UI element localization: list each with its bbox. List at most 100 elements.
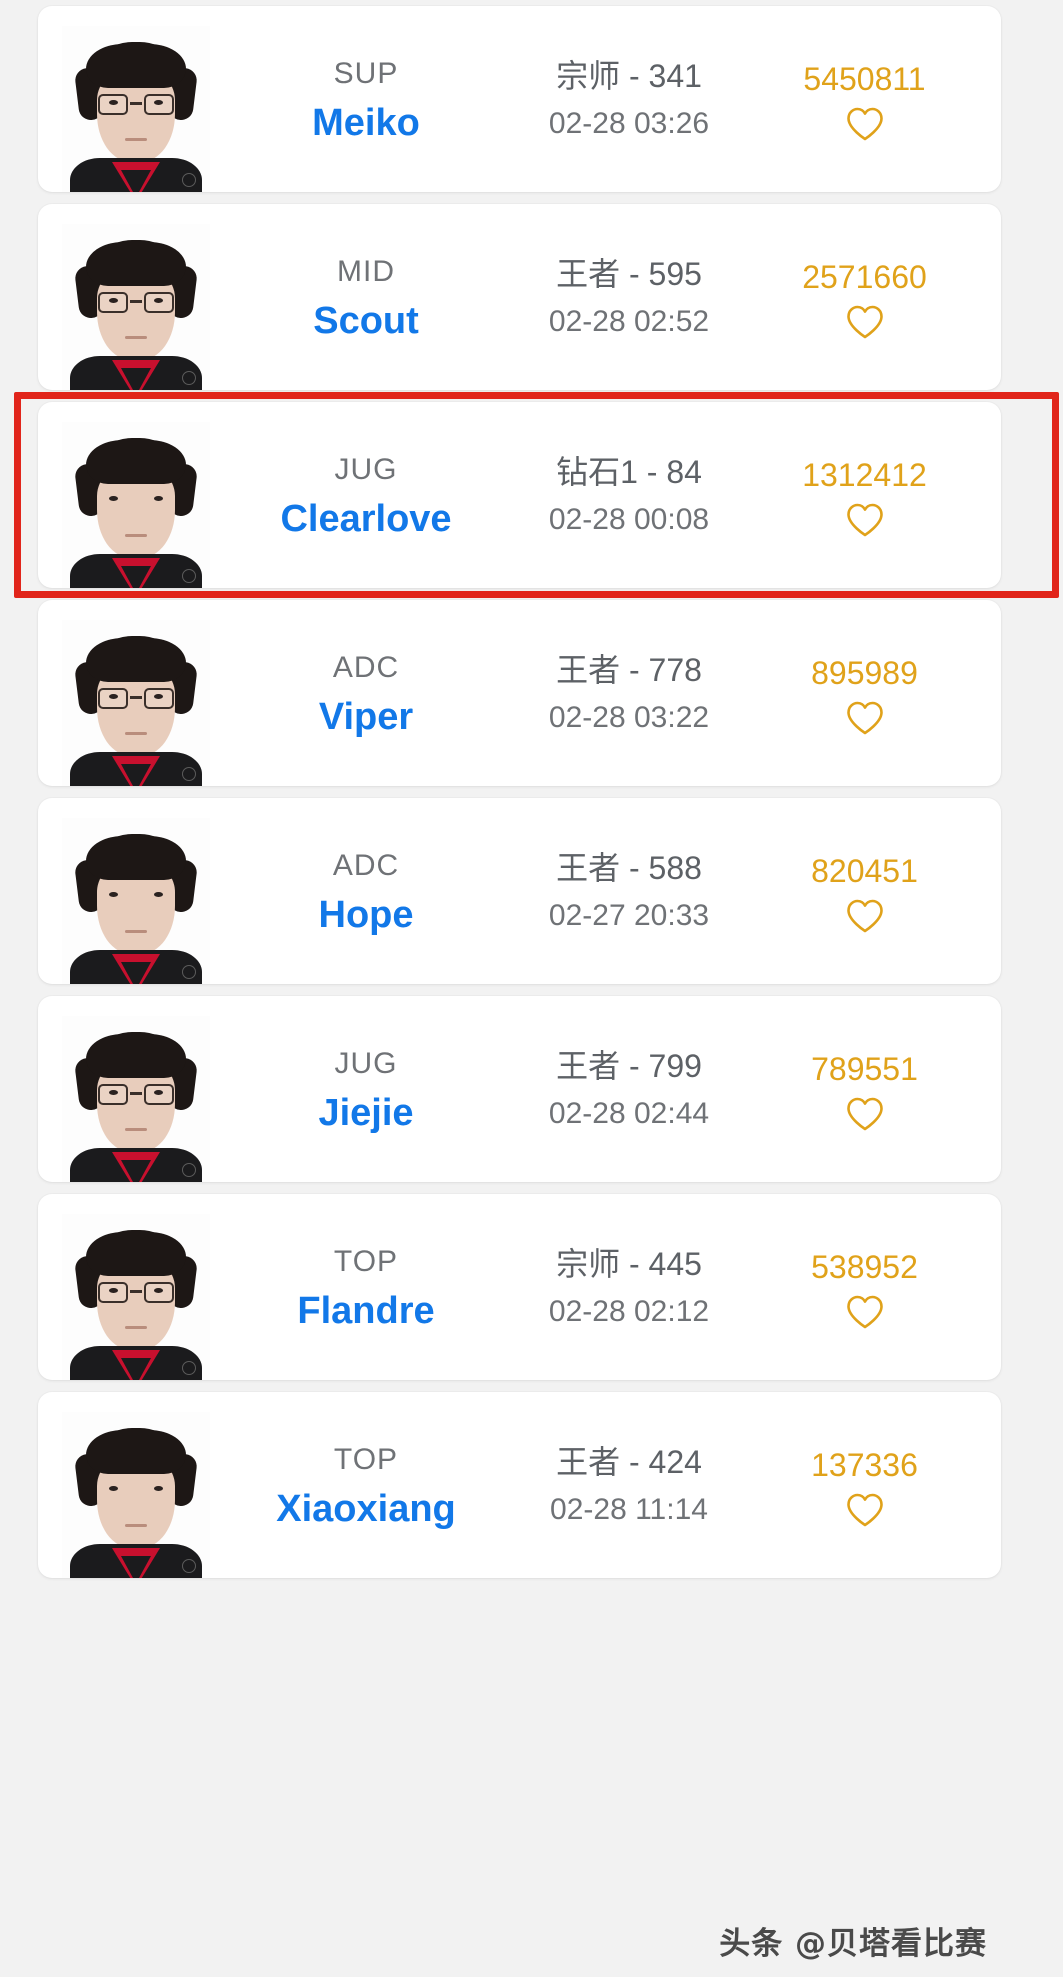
- player-name[interactable]: Clearlove: [234, 496, 498, 544]
- team-logo-icon: [182, 767, 196, 781]
- player-fan-count: 2571660: [802, 258, 927, 295]
- glasses-icon: [98, 688, 174, 709]
- player-portrait-hope: [62, 818, 210, 984]
- team-logo-icon: [182, 1559, 196, 1573]
- player-role: ADC: [332, 650, 400, 684]
- player-rank-tier: 宗师 - 445: [556, 1246, 702, 1283]
- player-rank-column: 王者 - 424 02-28 11:14: [504, 1438, 754, 1531]
- player-rank-column: 王者 - 778 02-28 03:22: [504, 646, 754, 739]
- player-name[interactable]: Meiko: [234, 100, 498, 148]
- player-last-played-time: 02-28 03:26: [548, 107, 710, 141]
- player-portrait-scout: [62, 224, 210, 390]
- avatar[interactable]: [38, 996, 234, 1182]
- player-name[interactable]: Xiaoxiang: [234, 1486, 498, 1534]
- player-portrait-flandre: [62, 1214, 210, 1380]
- portrait-eye-left: [109, 694, 118, 699]
- player-card[interactable]: JUG Jiejie 王者 - 799 02-28 02:44 789551: [38, 996, 1001, 1182]
- portrait-eye-right: [154, 1288, 163, 1293]
- heart-icon-svg: [846, 899, 883, 933]
- portrait-mouth: [125, 1128, 147, 1131]
- team-logo-icon: [182, 1163, 196, 1177]
- player-name[interactable]: Hope: [234, 892, 498, 940]
- glasses-icon: [98, 1084, 174, 1105]
- player-last-played-time: 02-28 00:08: [548, 503, 710, 537]
- avatar[interactable]: [38, 1194, 234, 1380]
- player-name[interactable]: Jiejie: [234, 1090, 498, 1138]
- portrait-eye-right: [154, 694, 163, 699]
- portrait-mouth: [125, 930, 147, 933]
- player-fans-column: 1312412: [754, 452, 1001, 538]
- portrait-fringe: [86, 1034, 186, 1078]
- player-portrait-jiejie: [62, 1016, 210, 1182]
- player-card[interactable]: SUP Meiko 宗师 - 341 02-28 03:26 5450811: [38, 6, 1001, 192]
- heart-icon[interactable]: [845, 898, 885, 934]
- team-logo-icon: [182, 965, 196, 979]
- player-card[interactable]: TOP Flandre 宗师 - 445 02-28 02:12 538952: [38, 1194, 1001, 1380]
- player-identity-column: TOP Xiaoxiang: [234, 1437, 504, 1534]
- player-role: MID: [337, 254, 395, 288]
- portrait-fringe: [86, 440, 186, 484]
- player-fan-count: 538952: [811, 1248, 918, 1285]
- player-rank-tier: 钻石1 - 84: [556, 454, 702, 491]
- heart-icon[interactable]: [845, 1096, 885, 1132]
- player-fans-column: 5450811: [754, 56, 1001, 142]
- heart-icon[interactable]: [845, 106, 885, 142]
- portrait-eye-right: [154, 1090, 163, 1095]
- player-card[interactable]: MID Scout 王者 - 595 02-28 02:52 2571660: [38, 204, 1001, 390]
- player-card[interactable]: JUG Clearlove 钻石1 - 84 02-28 00:08 1312412: [38, 402, 1001, 588]
- player-name[interactable]: Scout: [234, 298, 498, 346]
- player-rank-column: 王者 - 588 02-27 20:33: [504, 844, 754, 937]
- portrait-eye-left: [109, 100, 118, 105]
- avatar[interactable]: [38, 402, 234, 588]
- glasses-icon: [98, 94, 174, 115]
- heart-icon-svg: [846, 503, 883, 537]
- player-identity-column: SUP Meiko: [234, 51, 504, 148]
- player-fan-count: 1312412: [802, 456, 927, 493]
- portrait-fringe: [86, 1430, 186, 1474]
- heart-icon[interactable]: [845, 304, 885, 340]
- player-portrait-xiaoxiang: [62, 1412, 210, 1578]
- avatar[interactable]: [38, 204, 234, 390]
- avatar[interactable]: [38, 6, 234, 192]
- avatar[interactable]: [38, 1392, 234, 1578]
- heart-icon[interactable]: [845, 700, 885, 736]
- avatar[interactable]: [38, 798, 234, 984]
- player-fan-count: 895989: [811, 654, 918, 691]
- heart-icon[interactable]: [845, 502, 885, 538]
- glasses-icon: [98, 292, 174, 313]
- player-fans-column: 538952: [754, 1244, 1001, 1330]
- portrait-fringe: [86, 836, 186, 880]
- player-role: TOP: [333, 1442, 399, 1476]
- player-name[interactable]: Flandre: [234, 1288, 498, 1336]
- player-role: JUG: [334, 452, 398, 486]
- player-card[interactable]: TOP Xiaoxiang 王者 - 424 02-28 11:14 137336: [38, 1392, 1001, 1578]
- portrait-fringe: [86, 1232, 186, 1276]
- portrait-eye-left: [109, 298, 118, 303]
- player-name[interactable]: Viper: [234, 694, 498, 742]
- portrait-mouth: [125, 138, 147, 141]
- player-card[interactable]: ADC Hope 王者 - 588 02-27 20:33 820451: [38, 798, 1001, 984]
- portrait-eye-right: [154, 298, 163, 303]
- player-identity-column: TOP Flandre: [234, 1239, 504, 1336]
- player-rank-tier: 王者 - 778: [556, 652, 702, 689]
- team-logo-icon: [182, 1361, 196, 1375]
- heart-icon[interactable]: [845, 1294, 885, 1330]
- player-role: TOP: [333, 1244, 399, 1278]
- avatar[interactable]: [38, 600, 234, 786]
- player-rank-tier: 宗师 - 341: [556, 58, 702, 95]
- player-portrait-clearlove: [62, 422, 210, 588]
- player-rank-tier: 王者 - 424: [556, 1444, 702, 1481]
- heart-icon-svg: [846, 305, 883, 339]
- heart-icon[interactable]: [845, 1492, 885, 1528]
- heart-icon-svg: [846, 1295, 883, 1329]
- player-portrait-meiko: [62, 26, 210, 192]
- player-ranking-screen: SUP Meiko 宗师 - 341 02-28 03:26 5450811 MID Sco…: [0, 0, 1063, 1977]
- player-portrait-viper: [62, 620, 210, 786]
- glasses-icon: [98, 1282, 174, 1303]
- portrait-mouth: [125, 732, 147, 735]
- player-fans-column: 895989: [754, 650, 1001, 736]
- player-rank-column: 宗师 - 445 02-28 02:12: [504, 1240, 754, 1333]
- player-card[interactable]: ADC Viper 王者 - 778 02-28 03:22 895989: [38, 600, 1001, 786]
- player-identity-column: MID Scout: [234, 249, 504, 346]
- heart-icon-svg: [846, 1493, 883, 1527]
